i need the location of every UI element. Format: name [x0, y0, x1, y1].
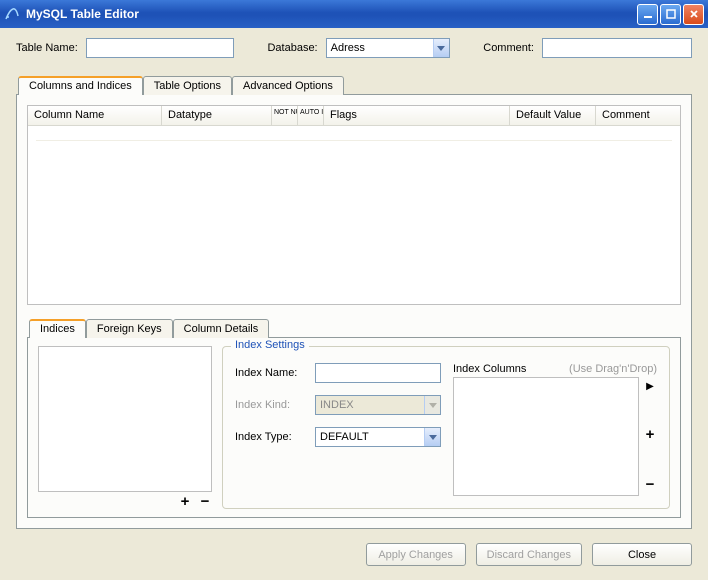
- table-name-input[interactable]: [86, 38, 234, 58]
- tab-table-options[interactable]: Table Options: [143, 76, 232, 95]
- app-icon: [4, 6, 20, 22]
- index-settings-right: Index Columns (Use Drag'n'Drop) ▶ + −: [453, 363, 657, 496]
- index-list[interactable]: [38, 346, 212, 492]
- top-form-row: Table Name: Database: Adress Comment:: [16, 38, 692, 58]
- col-header-defaultvalue[interactable]: Default Value: [510, 106, 596, 125]
- main-tabs: Columns and Indices Table Options Advanc…: [16, 72, 692, 529]
- tab-column-details[interactable]: Column Details: [173, 319, 270, 338]
- close-button[interactable]: Close: [592, 543, 692, 566]
- index-settings-fieldset: Index Settings Index Name: Index Kind: I…: [222, 346, 670, 509]
- index-columns-side-controls: ▶ + −: [643, 377, 657, 496]
- apply-changes-button[interactable]: Apply Changes: [366, 543, 466, 566]
- comment-label: Comment:: [483, 42, 534, 54]
- minimize-button[interactable]: [637, 4, 658, 25]
- index-name-label: Index Name:: [235, 367, 307, 379]
- database-value: Adress: [327, 42, 433, 54]
- col-header-datatype[interactable]: Datatype: [162, 106, 272, 125]
- chevron-down-icon: [433, 39, 449, 57]
- index-type-value: DEFAULT: [316, 431, 424, 443]
- window-title: MySQL Table Editor: [26, 7, 635, 21]
- index-list-wrap: + −: [38, 346, 212, 509]
- index-kind-select: INDEX: [315, 395, 441, 415]
- index-settings-legend: Index Settings: [231, 339, 309, 351]
- content-area: Table Name: Database: Adress Comment: Co…: [0, 28, 708, 580]
- col-header-flags[interactable]: Flags: [324, 106, 510, 125]
- col-header-notnull[interactable]: NOT NULL: [272, 106, 298, 125]
- index-type-select[interactable]: DEFAULT: [315, 427, 441, 447]
- database-select[interactable]: Adress: [326, 38, 450, 58]
- index-name-input[interactable]: [315, 363, 441, 383]
- titlebar: MySQL Table Editor: [0, 0, 708, 28]
- col-header-comment[interactable]: Comment: [596, 106, 680, 125]
- comment-input[interactable]: [542, 38, 692, 58]
- remove-index-column-button[interactable]: −: [643, 478, 657, 492]
- maximize-button[interactable]: [660, 4, 681, 25]
- move-button[interactable]: ▶: [646, 381, 654, 392]
- database-label: Database:: [267, 42, 317, 54]
- index-columns-box[interactable]: [453, 377, 639, 496]
- columns-grid-body[interactable]: [28, 126, 680, 304]
- columns-grid-header: Column Name Datatype NOT NULL AUTO INC F…: [28, 106, 680, 126]
- add-index-button[interactable]: +: [178, 495, 192, 509]
- columns-grid[interactable]: Column Name Datatype NOT NULL AUTO INC F…: [27, 105, 681, 305]
- tab-indices[interactable]: Indices: [29, 319, 86, 338]
- tab-advanced-options[interactable]: Advanced Options: [232, 76, 344, 95]
- main-tab-strip: Columns and Indices Table Options Advanc…: [16, 72, 692, 94]
- index-type-label: Index Type:: [235, 431, 307, 443]
- index-kind-label: Index Kind:: [235, 399, 307, 411]
- tab-foreign-keys[interactable]: Foreign Keys: [86, 319, 173, 338]
- index-list-controls: + −: [38, 492, 212, 509]
- tab-columns-indices[interactable]: Columns and Indices: [18, 76, 143, 95]
- col-header-columnname[interactable]: Column Name: [28, 106, 162, 125]
- sub-tab-panel: + − Index Settings Index Name:: [27, 337, 681, 518]
- chevron-down-icon: [424, 396, 440, 414]
- remove-index-button[interactable]: −: [198, 495, 212, 509]
- add-index-column-button[interactable]: +: [643, 428, 657, 442]
- sub-tab-strip: Indices Foreign Keys Column Details: [27, 315, 681, 337]
- main-tab-panel: Column Name Datatype NOT NULL AUTO INC F…: [16, 94, 692, 529]
- index-columns-label: Index Columns: [453, 363, 526, 375]
- index-kind-value: INDEX: [316, 399, 424, 411]
- sub-tabs: Indices Foreign Keys Column Details + − …: [27, 315, 681, 518]
- discard-changes-button[interactable]: Discard Changes: [476, 543, 582, 566]
- footer-buttons: Apply Changes Discard Changes Close: [16, 529, 692, 566]
- close-window-button[interactable]: [683, 4, 704, 25]
- table-name-label: Table Name:: [16, 42, 78, 54]
- index-settings-left: Index Name: Index Kind: INDEX: [235, 363, 441, 496]
- chevron-down-icon: [424, 428, 440, 446]
- drag-hint: (Use Drag'n'Drop): [569, 363, 657, 375]
- col-header-autoinc[interactable]: AUTO INC: [298, 106, 324, 125]
